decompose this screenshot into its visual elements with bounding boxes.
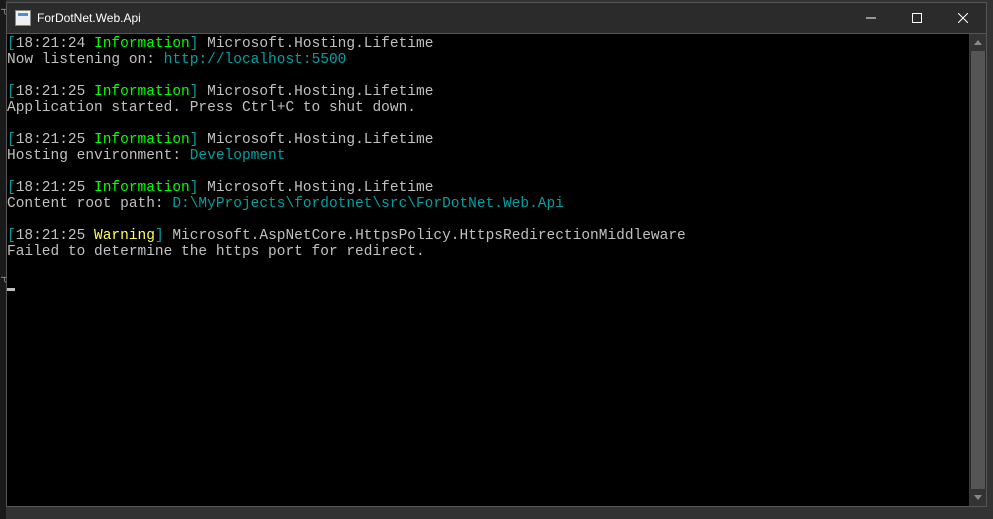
maximize-button[interactable] (894, 3, 940, 33)
minimize-icon (866, 13, 876, 23)
chevron-up-icon (974, 40, 982, 45)
window-controls (848, 3, 986, 33)
app-icon (15, 10, 31, 26)
log-message: Failed to determine the https port for r… (7, 244, 969, 260)
log-message: Content root path: D:\MyProjects\fordotn… (7, 196, 969, 212)
chevron-down-icon (974, 495, 982, 500)
scrollbar-thumb[interactable] (971, 51, 985, 489)
log-header: [18:21:25 Information] Microsoft.Hosting… (7, 132, 969, 148)
minimize-button[interactable] (848, 3, 894, 33)
log-header: [18:21:25 Warning] Microsoft.AspNetCore.… (7, 228, 969, 244)
log-message: Application started. Press Ctrl+C to shu… (7, 100, 969, 116)
blank-line (7, 68, 969, 84)
console-area: [18:21:24 Information] Microsoft.Hosting… (7, 33, 986, 506)
log-header: [18:21:25 Information] Microsoft.Hosting… (7, 180, 969, 196)
title-bar[interactable]: ForDotNet.Web.Api (7, 3, 986, 33)
scroll-down-button[interactable] (970, 489, 986, 506)
scrollbar-track[interactable] (970, 51, 986, 489)
window-title: ForDotNet.Web.Api (37, 11, 141, 25)
scroll-up-button[interactable] (970, 34, 986, 51)
blank-line (7, 212, 969, 228)
blank-line (7, 116, 969, 132)
blank-line (7, 164, 969, 180)
maximize-icon (912, 13, 922, 23)
log-header: [18:21:25 Information] Microsoft.Hosting… (7, 84, 969, 100)
prompt-line[interactable] (7, 276, 969, 292)
console-output[interactable]: [18:21:24 Information] Microsoft.Hosting… (7, 34, 969, 506)
app-window: ForDotNet.Web.Api [18:21:24 Information]… (6, 2, 987, 507)
vertical-scrollbar[interactable] (969, 34, 986, 506)
cursor (7, 288, 15, 291)
close-icon (958, 13, 968, 23)
close-button[interactable] (940, 3, 986, 33)
log-header: [18:21:24 Information] Microsoft.Hosting… (7, 36, 969, 52)
log-message: Now listening on: http://localhost:5500 (7, 52, 969, 68)
title-left: ForDotNet.Web.Api (15, 10, 141, 26)
log-message: Hosting environment: Development (7, 148, 969, 164)
